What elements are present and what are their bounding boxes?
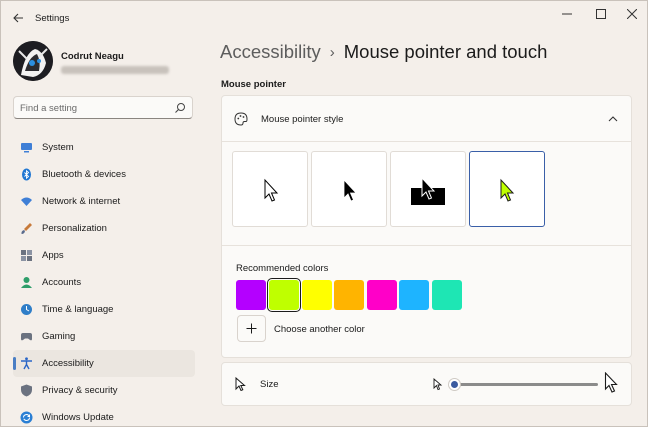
size-slider-track[interactable] <box>454 383 598 386</box>
color-swatch-orange[interactable] <box>334 280 364 310</box>
accessibility-icon <box>21 357 32 370</box>
sidebar-item-label: Accessibility <box>42 358 94 369</box>
brush-icon <box>21 223 32 234</box>
cursor-size-icon <box>235 377 246 391</box>
sidebar-item-bluetooth[interactable]: Bluetooth & devices <box>13 161 195 188</box>
maximize-icon[interactable] <box>590 7 612 21</box>
sidebar-item-accessibility[interactable]: Accessibility <box>13 350 195 377</box>
sidebar-item-label: Apps <box>42 250 64 261</box>
divider <box>222 245 631 246</box>
sidebar-nav: System Bluetooth & devices Network & int… <box>13 134 195 426</box>
sidebar-item-label: System <box>42 142 74 153</box>
sidebar-item-label: Personalization <box>42 223 107 234</box>
large-cursor-icon <box>604 372 618 393</box>
pointer-style-inverted[interactable] <box>390 151 466 227</box>
bluetooth-icon <box>22 168 31 181</box>
breadcrumb-parent[interactable]: Accessibility <box>220 41 321 62</box>
sidebar-item-label: Windows Update <box>42 412 114 423</box>
section-label: Mouse pointer <box>221 79 286 90</box>
profile-email-redacted <box>61 66 169 74</box>
pointer-style-black[interactable] <box>311 151 387 227</box>
app-title: Settings <box>35 13 70 24</box>
sidebar-item-label: Bluetooth & devices <box>42 169 126 180</box>
custom-color-cursor-icon <box>500 178 515 202</box>
white-cursor-icon <box>264 178 279 202</box>
size-slider-thumb[interactable] <box>447 378 461 391</box>
settings-window: Settings Codrut Neagu Find a setting Sys… <box>0 0 648 427</box>
breadcrumb-separator: › <box>329 44 335 61</box>
pointer-style-white[interactable] <box>232 151 308 227</box>
sidebar-item-accounts[interactable]: Accounts <box>13 269 195 296</box>
color-swatch-magenta[interactable] <box>367 280 397 310</box>
title-bar: Settings <box>1 1 647 35</box>
sidebar-item-label: Network & internet <box>42 196 121 207</box>
sidebar-item-label: Privacy & security <box>42 385 118 396</box>
apps-icon <box>21 250 32 261</box>
mouse-style-icon <box>234 112 248 126</box>
sidebar-item-time-language[interactable]: Time & language <box>13 296 195 323</box>
profile-name: Codrut Neagu <box>61 51 124 62</box>
search-input[interactable] <box>20 101 170 115</box>
sidebar-item-label: Accounts <box>42 277 82 288</box>
accounts-icon <box>21 277 32 288</box>
add-color-button[interactable] <box>237 315 266 342</box>
page-title: Mouse pointer and touch <box>343 41 548 62</box>
minimize-icon[interactable] <box>556 7 578 21</box>
sidebar-item-privacy[interactable]: Privacy & security <box>13 377 195 404</box>
black-cursor-icon <box>343 178 357 202</box>
choose-another-color-label[interactable]: Choose another color <box>274 324 365 335</box>
sidebar-item-network[interactable]: Network & internet <box>13 188 195 215</box>
wifi-icon <box>21 197 32 206</box>
search-icon[interactable] <box>174 102 186 114</box>
size-label: Size <box>260 379 279 390</box>
sidebar-item-personalization[interactable]: Personalization <box>13 215 195 242</box>
active-indicator <box>13 357 16 370</box>
color-swatch-purple[interactable] <box>236 280 266 310</box>
globe-clock-icon <box>21 304 32 315</box>
gaming-icon <box>21 333 32 341</box>
size-card: Size <box>221 362 632 406</box>
recommended-colors-label: Recommended colors <box>236 263 329 274</box>
update-icon <box>20 411 33 424</box>
color-swatch-blue[interactable] <box>399 280 429 310</box>
avatar[interactable] <box>13 41 53 81</box>
color-swatch-teal[interactable] <box>432 280 462 310</box>
small-cursor-icon <box>433 378 443 391</box>
search-box[interactable] <box>13 96 193 119</box>
color-swatch-yellow[interactable] <box>302 280 332 310</box>
sidebar-item-system[interactable]: System <box>13 134 195 161</box>
shield-icon <box>21 384 32 397</box>
close-icon[interactable] <box>621 7 643 21</box>
system-icon <box>21 143 32 153</box>
chevron-up-icon[interactable] <box>607 113 619 125</box>
pointer-style-custom[interactable] <box>469 151 545 227</box>
mouse-pointer-style-header[interactable]: Mouse pointer style <box>222 96 631 142</box>
sidebar-item-label: Time & language <box>42 304 114 315</box>
color-swatch-lime[interactable] <box>267 278 301 312</box>
sidebar-item-gaming[interactable]: Gaming <box>13 323 195 350</box>
mouse-pointer-style-card: Mouse pointer style Recommended colors C… <box>221 95 632 358</box>
sidebar-item-apps[interactable]: Apps <box>13 242 195 269</box>
breadcrumb: Accessibility › Mouse pointer and touch <box>220 41 547 63</box>
sidebar-item-windows-update[interactable]: Windows Update <box>13 404 195 426</box>
back-arrow-icon[interactable] <box>9 9 27 27</box>
inverted-cursor-icon <box>411 176 445 205</box>
sidebar-item-label: Gaming <box>42 331 76 342</box>
mouse-pointer-style-title: Mouse pointer style <box>261 114 344 125</box>
plus-icon <box>246 323 257 334</box>
